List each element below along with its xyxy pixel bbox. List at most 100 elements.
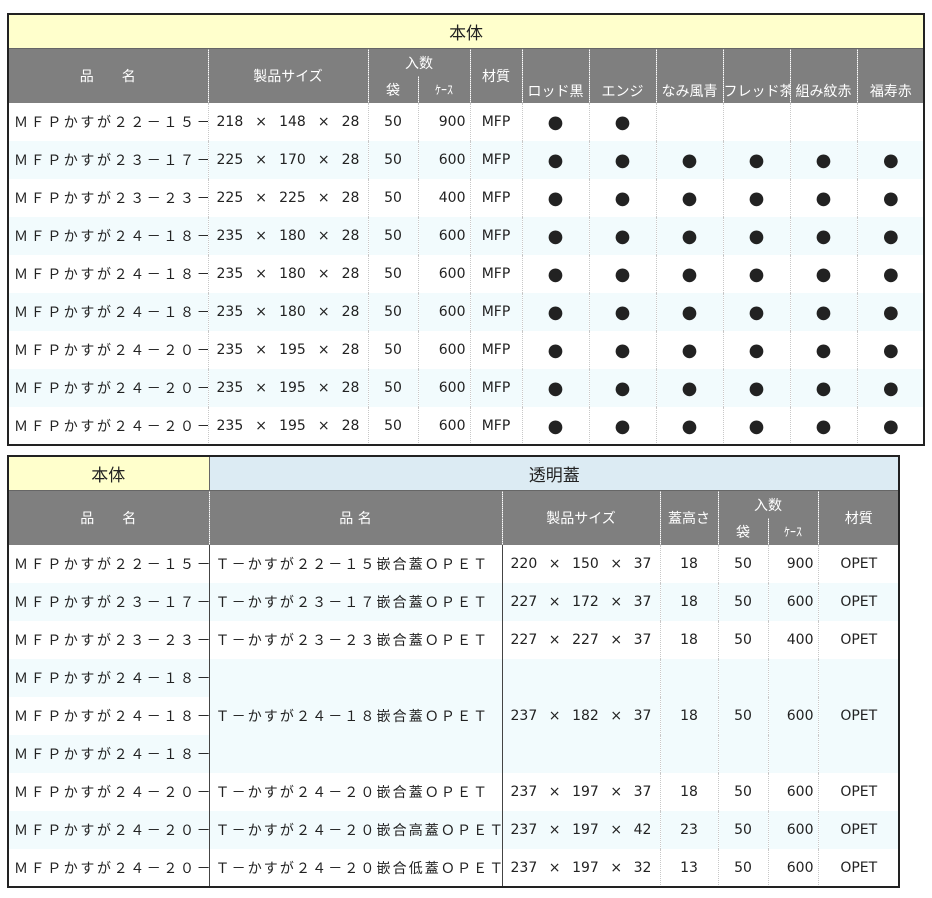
product-size: 235 × 180 × 28 — [208, 255, 369, 293]
body-product-name: ＭＦＰかすが２３－１７－１ — [8, 583, 210, 621]
body-product-name: ＭＦＰかすが２４－２０－１ — [8, 773, 210, 811]
size-depth: 180 — [279, 266, 306, 282]
body-product-name: ＭＦＰかすが２４－１８－１ — [8, 659, 210, 697]
times-sign: × — [548, 708, 561, 724]
size-depth: 197 — [572, 822, 599, 838]
color-availability-dot: ● — [882, 263, 899, 285]
lid-case-qty: 600 — [768, 849, 819, 887]
size-height: 28 — [341, 380, 360, 396]
size-height: 28 — [341, 342, 360, 358]
times-sign: × — [610, 594, 623, 610]
lid-bag-qty: 50 — [718, 811, 769, 849]
table-row: ＭＦＰかすが２４－１８－１235×180×2850600MFP●●●●●● — [8, 217, 925, 255]
times-sign: × — [317, 152, 330, 168]
times-sign: × — [548, 594, 561, 610]
color-availability-dot: ● — [790, 331, 858, 369]
size-height: 37 — [633, 784, 652, 800]
table1-title: 本体 — [8, 14, 925, 49]
table-row: ＭＦＰかすが２３－１７－１225×170×2850600MFP●●●●●● — [8, 141, 925, 179]
case-qty: 600 — [418, 331, 471, 369]
product-size: 235 × 195 × 28 — [208, 407, 369, 445]
lid-product-name: Ｔ－かすが２３－２３嵌合蓋ＯＰＥＴ — [208, 621, 503, 659]
lid-size: 237 × 182 × 37 — [502, 659, 661, 773]
case-qty: 600 — [418, 141, 471, 179]
size-width: 220 — [510, 556, 538, 572]
times-sign: × — [255, 266, 268, 282]
color-availability-dot: ● — [589, 407, 657, 445]
body-product-name: ＭＦＰかすが２４－２０－２ — [8, 811, 210, 849]
color-availability-dot: ● — [723, 407, 791, 445]
lid-case-qty: 600 — [768, 659, 819, 773]
product-size: 225 × 170 × 28 — [208, 141, 369, 179]
lid-product-name: Ｔ－かすが２４－２０嵌合低蓋ＯＰＥＴ Ｌ — [208, 849, 503, 887]
lid-case-qty: 600 — [768, 773, 819, 811]
lid-bag-qty: 50 — [718, 849, 769, 887]
bag-qty: 50 — [368, 103, 419, 141]
product-name: ＭＦＰかすが２２－１５－１ — [8, 103, 209, 141]
lid-product-name: Ｔ－かすが２４－２０嵌合蓋ＯＰＥＴ — [208, 773, 503, 811]
material: MFP — [470, 331, 523, 369]
color-availability-dot: ● — [790, 369, 858, 407]
color-availability-dot: ● — [589, 103, 657, 141]
color-availability-dot: ● — [723, 369, 791, 407]
lid-spec-table: 本体 透明蓋 品 名 品 名 製品サイズ 蓋高さ 入数 材質 袋 ｹｰｽ ＭＦＰ… — [6, 455, 901, 888]
times-sign: × — [610, 556, 623, 572]
lid-height: 23 — [660, 811, 719, 849]
header-lid-bag: 袋 — [718, 518, 769, 545]
header-color-3: なみ風青 — [656, 48, 724, 103]
size-depth: 195 — [279, 418, 306, 434]
color-availability-dot: ● — [522, 331, 590, 369]
size-height: 28 — [341, 266, 360, 282]
table2-title-body: 本体 — [8, 456, 209, 491]
bag-qty: 50 — [368, 331, 419, 369]
lid-bag-qty: 50 — [718, 773, 769, 811]
header-color-6: 福寿赤 — [857, 48, 925, 103]
size-width: 237 — [510, 784, 538, 800]
lid-height: 18 — [660, 545, 719, 583]
case-qty: 600 — [418, 293, 471, 331]
color-availability-dot: ● — [522, 103, 590, 141]
color-availability-dot: ● — [522, 407, 590, 445]
size-height: 42 — [633, 822, 652, 838]
times-sign: × — [255, 114, 268, 130]
material: MFP — [470, 369, 523, 407]
case-qty: 900 — [418, 103, 471, 141]
size-width: 235 — [216, 380, 244, 396]
times-sign: × — [548, 556, 561, 572]
case-qty: 600 — [418, 255, 471, 293]
color-availability-dot: ● — [723, 217, 791, 255]
size-width: 237 — [510, 822, 538, 838]
header-lid-height: 蓋高さ — [660, 490, 719, 545]
times-sign: × — [317, 228, 330, 244]
header-size: 製品サイズ — [208, 48, 369, 103]
material: MFP — [470, 407, 523, 445]
product-name: ＭＦＰかすが２４－１８－１ — [8, 217, 209, 255]
color-availability-dot: ● — [522, 369, 590, 407]
times-sign: × — [610, 708, 623, 724]
lid-bag-qty: 50 — [718, 621, 769, 659]
table-row: ＭＦＰかすが２４－２０－３Ｔ－かすが２４－２０嵌合低蓋ＯＰＥＴ Ｌ 237 × 197… — [8, 849, 899, 887]
size-width: 235 — [216, 228, 244, 244]
color-availability-dot: ● — [790, 255, 858, 293]
times-sign: × — [255, 304, 268, 320]
size-height: 28 — [341, 228, 360, 244]
size-height: 32 — [633, 860, 652, 876]
color-availability-dot — [723, 103, 791, 141]
header-lid-qty: 入数 — [718, 490, 819, 518]
color-availability-dot: ● — [790, 293, 858, 331]
lid-material: OPET — [840, 556, 878, 572]
table-row: ＭＦＰかすが２４－１８－３235×180×2850600MFP●●●●●● — [8, 293, 925, 331]
size-width: 235 — [216, 342, 244, 358]
table-row: ＭＦＰかすが２２－１５－１ Ｔ－かすが２２－１５嵌合蓋ＯＰＥＴ 220 × 150 × 37… — [8, 545, 899, 583]
body-spec-table: 本体 品 名 製品サイズ 入数 材質 ロッド黒 エンジ なみ風青 フレッド茶 組… — [6, 13, 926, 446]
table-row: ＭＦＰかすが２４－１８－２235×180×2850600MFP●●●●●● — [8, 255, 924, 293]
times-sign: × — [610, 860, 623, 876]
header-case: ｹｰｽ — [418, 76, 471, 103]
table-row: ＭＦＰかすが２４－２０－２235×195×2850600MFP●●●●●● — [8, 369, 925, 407]
table-row: ＭＦＰかすが２２－１５－１218×148×2850900MFP●● — [8, 103, 924, 141]
times-sign: × — [317, 114, 330, 130]
color-availability-dot: ● — [790, 217, 858, 255]
times-sign: × — [255, 380, 268, 396]
color-availability-dot: ● — [790, 407, 858, 445]
color-availability-dot: ● — [723, 255, 791, 293]
